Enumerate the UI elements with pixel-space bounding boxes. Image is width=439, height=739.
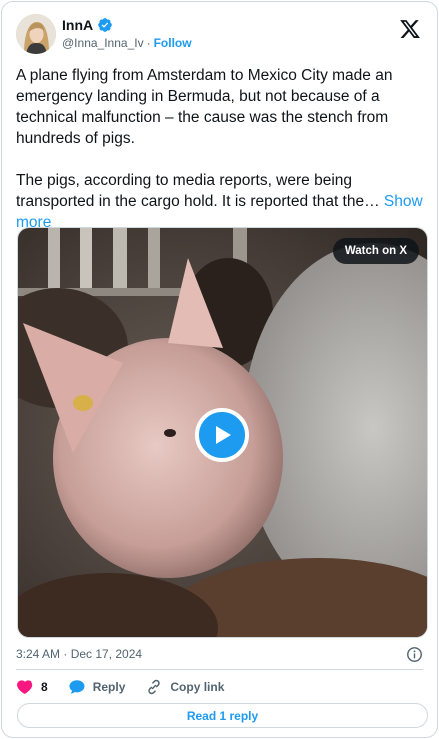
separator-dot: · — [146, 36, 151, 50]
like-count: 8 — [41, 680, 48, 694]
author-handle-row: @Inna_Inna_Iv · Follow — [62, 36, 192, 50]
timestamp-row: 3:24 AM · Dec 17, 2024 — [16, 647, 423, 663]
tweet-timestamp[interactable]: 3:24 AM · Dec 17, 2024 — [16, 647, 142, 661]
reply-bubble-icon — [69, 680, 85, 694]
tweet-card: InnA @Inna_Inna_Iv · Follow A plane flyi… — [1, 1, 438, 738]
like-button[interactable]: 8 — [16, 678, 48, 696]
tweet-header: InnA @Inna_Inna_Iv · Follow — [16, 14, 423, 56]
x-logo-icon[interactable] — [399, 18, 421, 40]
action-bar: 8 Reply Copy link — [16, 678, 244, 696]
tweet-paragraph: The pigs, according to media reports, we… — [16, 170, 426, 233]
read-replies-button[interactable]: Read 1 reply — [17, 703, 428, 728]
copy-link-button[interactable]: Copy link — [145, 678, 224, 696]
tweet-text: A plane flying from Amsterdam to Mexico … — [16, 65, 426, 254]
author-name[interactable]: InnA — [62, 17, 93, 33]
link-icon — [148, 679, 161, 695]
play-button[interactable] — [195, 408, 249, 462]
heart-icon — [17, 680, 33, 694]
verified-badge-icon — [98, 18, 112, 32]
tweet-paragraph-text: The pigs, according to media reports, we… — [16, 172, 380, 210]
follow-button[interactable]: Follow — [154, 36, 192, 50]
avatar[interactable] — [16, 14, 56, 54]
play-icon — [216, 426, 231, 444]
tweet-paragraph: A plane flying from Amsterdam to Mexico … — [16, 67, 393, 147]
divider — [16, 669, 423, 670]
info-icon[interactable] — [406, 646, 423, 663]
reply-button[interactable]: Reply — [68, 678, 126, 696]
author-name-row: InnA — [62, 17, 113, 33]
author-handle[interactable]: @Inna_Inna_Iv — [62, 36, 144, 50]
video-thumbnail[interactable]: Watch on X — [17, 227, 428, 638]
copy-link-label: Copy link — [170, 680, 225, 694]
watch-on-x-button[interactable]: Watch on X — [332, 238, 419, 264]
reply-label: Reply — [92, 680, 126, 694]
